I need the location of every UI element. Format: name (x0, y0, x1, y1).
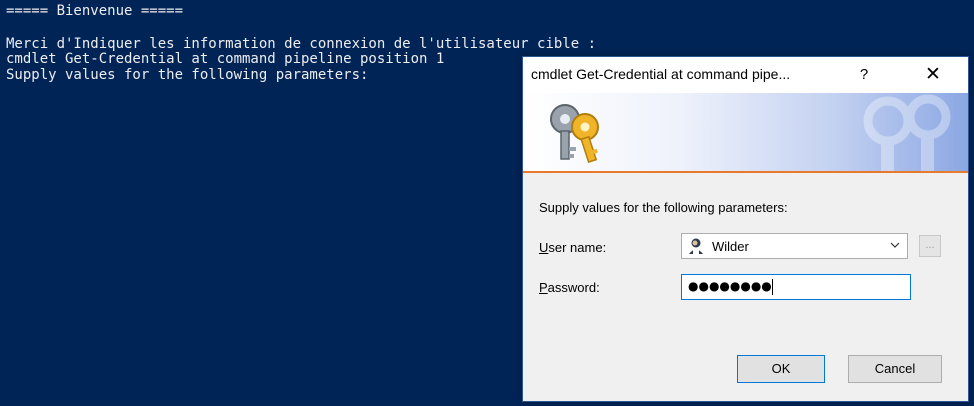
username-value: Wilder (712, 239, 749, 254)
console-line: ===== Bienvenue ===== (6, 3, 184, 19)
console-line: Supply values for the following paramete… (6, 67, 369, 83)
password-label: Password: (539, 280, 600, 295)
password-label-accelerator: P (539, 280, 548, 295)
chevron-down-icon[interactable] (890, 240, 900, 250)
password-label-text: assword: (547, 280, 600, 295)
username-label-accelerator: U (539, 240, 549, 255)
help-button[interactable]: ? (847, 61, 881, 89)
prompt-text: Supply values for the following paramete… (539, 200, 788, 215)
console-line: Merci d'Indiquer les information de conn… (6, 36, 597, 52)
dialog-banner (523, 93, 968, 173)
password-value: ●●●●●●●● (688, 279, 772, 293)
close-button[interactable]: ✕ (913, 61, 953, 89)
user-icon (689, 238, 703, 254)
username-label-text: ser name: (548, 240, 607, 255)
username-combobox[interactable]: Wilder (681, 233, 908, 259)
dialog-title: cmdlet Get-Credential at command pipe... (531, 66, 791, 82)
cancel-button[interactable]: Cancel (848, 355, 942, 383)
console-line: cmdlet Get-Credential at command pipelin… (6, 51, 445, 67)
username-label: User name: (539, 240, 606, 255)
keys-watermark-icon (863, 94, 951, 171)
text-caret (772, 279, 773, 295)
dialog-titlebar[interactable]: cmdlet Get-Credential at command pipe...… (523, 57, 968, 93)
credential-dialog: cmdlet Get-Credential at command pipe...… (522, 56, 969, 402)
keys-icon (550, 104, 599, 164)
password-input[interactable]: ●●●●●●●● (681, 274, 911, 300)
browse-button[interactable]: ... (919, 235, 941, 257)
ok-button[interactable]: OK (737, 355, 825, 383)
